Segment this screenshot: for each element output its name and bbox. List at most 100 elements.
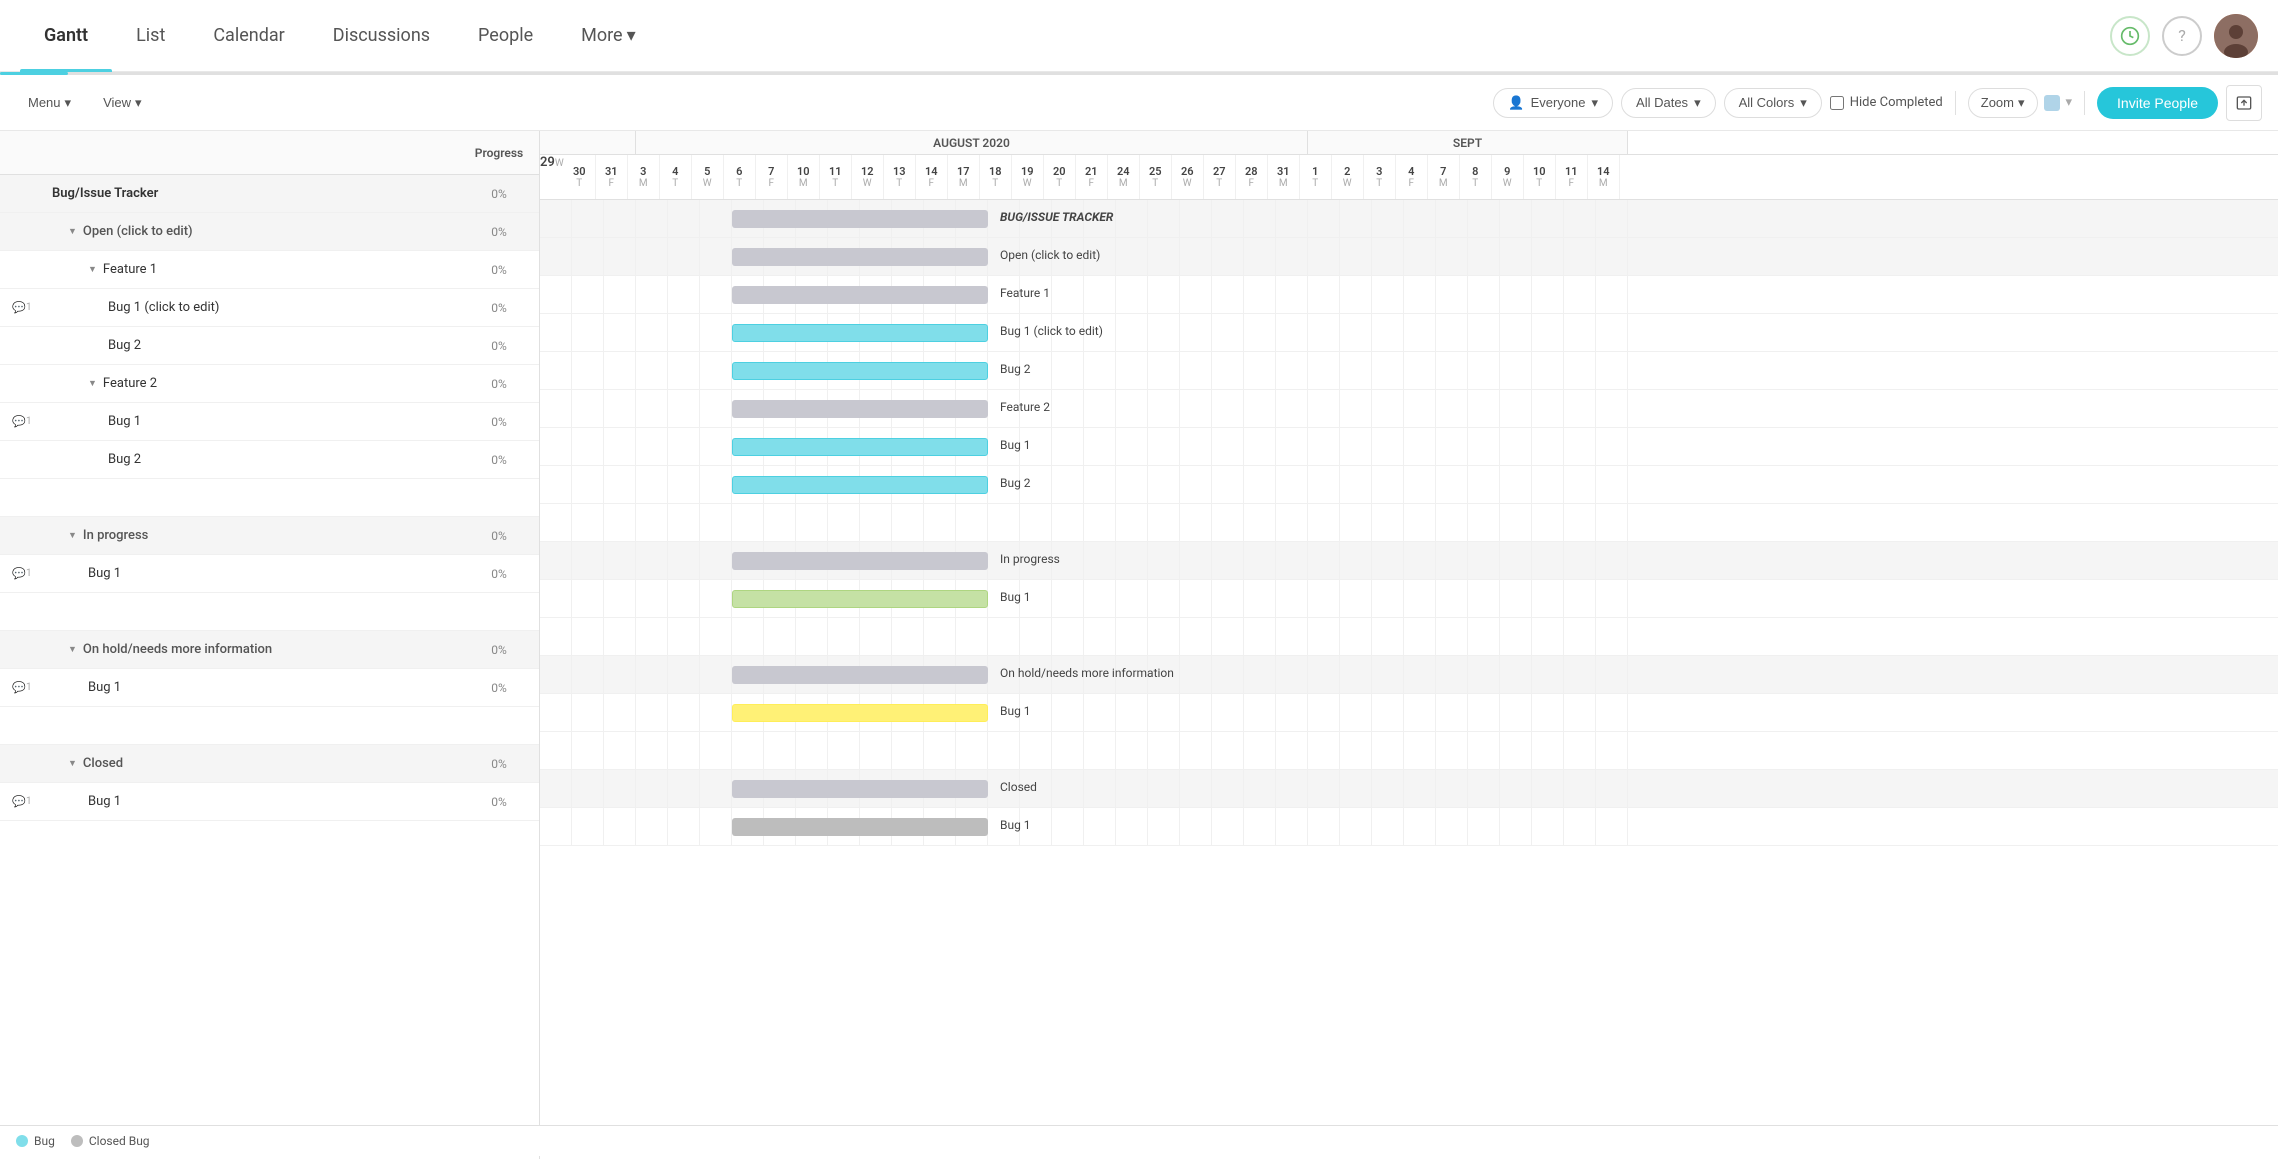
nav-gantt[interactable]: Gantt bbox=[20, 0, 112, 72]
legend-dot-closed bbox=[71, 1135, 83, 1147]
gantt-cell bbox=[700, 238, 732, 276]
gantt-bar[interactable] bbox=[732, 704, 988, 722]
gantt-bar[interactable] bbox=[732, 666, 988, 684]
gantt-bar[interactable] bbox=[732, 780, 988, 798]
gantt-bar[interactable] bbox=[732, 590, 988, 608]
gantt-cell bbox=[1116, 276, 1148, 314]
collapse-icon[interactable]: ▼ bbox=[68, 530, 77, 541]
gantt-cell bbox=[1500, 732, 1532, 770]
gantt-cell bbox=[1500, 808, 1532, 846]
row-bug2-f1: Bug 2 0% bbox=[0, 327, 539, 365]
nav-calendar[interactable]: Calendar bbox=[189, 0, 308, 72]
nav-more[interactable]: More ▾ bbox=[557, 0, 660, 72]
gantt-cell bbox=[1564, 504, 1596, 542]
day-number: 14 bbox=[1597, 165, 1610, 178]
user-avatar[interactable] bbox=[2214, 14, 2258, 58]
day-letter: W bbox=[555, 158, 564, 169]
nav-people[interactable]: People bbox=[454, 0, 557, 72]
gantt-cell bbox=[1596, 466, 1628, 504]
hide-completed-label[interactable]: Hide Completed bbox=[1830, 95, 1943, 110]
color-swatch[interactable] bbox=[2044, 95, 2060, 111]
gantt-cell bbox=[732, 732, 764, 770]
hide-completed-checkbox[interactable] bbox=[1830, 96, 1844, 110]
gantt-cell bbox=[668, 580, 700, 618]
gantt-cell bbox=[1052, 504, 1084, 542]
gantt-cell bbox=[572, 618, 604, 656]
gantt-cell bbox=[1308, 238, 1340, 276]
gantt-bar[interactable] bbox=[732, 400, 988, 418]
export-button[interactable] bbox=[2226, 85, 2262, 121]
gantt-bar[interactable] bbox=[732, 210, 988, 228]
everyone-filter[interactable]: 👤 Everyone ▾ bbox=[1493, 88, 1613, 118]
zoom-button[interactable]: Zoom ▾ bbox=[1968, 88, 2038, 118]
gantt-cell bbox=[540, 466, 572, 504]
gantt-bar[interactable] bbox=[732, 286, 988, 304]
gantt-bar[interactable] bbox=[732, 818, 988, 836]
gantt-cell bbox=[1116, 808, 1148, 846]
comment-col[interactable]: 💬1 bbox=[0, 681, 44, 694]
gantt-cell bbox=[1468, 542, 1500, 580]
comment-col[interactable]: 💬1 bbox=[0, 301, 44, 314]
gantt-bar[interactable] bbox=[732, 552, 988, 570]
gantt-cell bbox=[636, 732, 668, 770]
gantt-cell bbox=[1500, 580, 1532, 618]
gantt-cell bbox=[1468, 352, 1500, 390]
comment-col[interactable]: 💬1 bbox=[0, 795, 44, 808]
gantt-cell bbox=[1564, 732, 1596, 770]
gantt-cell bbox=[1052, 466, 1084, 504]
view-button[interactable]: View ▾ bbox=[91, 89, 153, 117]
all-dates-filter[interactable]: All Dates ▾ bbox=[1621, 88, 1716, 118]
row-bug2-f2: Bug 2 0% bbox=[0, 441, 539, 479]
day-cell: 7F bbox=[756, 155, 788, 199]
clock-icon-btn[interactable] bbox=[2110, 16, 2150, 56]
gantt-bar[interactable] bbox=[732, 248, 988, 266]
gantt-cell bbox=[1180, 352, 1212, 390]
gantt-cell bbox=[1436, 428, 1468, 466]
gantt-cell bbox=[1532, 352, 1564, 390]
gantt-bar[interactable] bbox=[732, 362, 988, 380]
collapse-icon[interactable]: ▼ bbox=[68, 644, 77, 655]
gantt-row: Bug 2 bbox=[540, 466, 2278, 504]
gantt-row: Open (click to edit) bbox=[540, 238, 2278, 276]
nav-list[interactable]: List bbox=[112, 0, 189, 72]
menu-button[interactable]: Menu ▾ bbox=[16, 89, 83, 117]
gantt-bar[interactable] bbox=[732, 438, 988, 456]
day-number: 31 bbox=[1277, 165, 1290, 178]
collapse-icon[interactable]: ▼ bbox=[88, 264, 97, 275]
nav-discussions[interactable]: Discussions bbox=[309, 0, 454, 72]
gantt-cell bbox=[604, 504, 636, 542]
invite-people-button[interactable]: Invite People bbox=[2097, 87, 2218, 119]
gantt-cell bbox=[700, 504, 732, 542]
gantt-cell bbox=[1276, 276, 1308, 314]
gantt-cell bbox=[636, 466, 668, 504]
row-progress: 0% bbox=[459, 643, 539, 657]
gantt-cell bbox=[1436, 200, 1468, 238]
gantt-cell bbox=[1084, 542, 1116, 580]
collapse-icon[interactable]: ▼ bbox=[68, 226, 77, 237]
gantt-cell bbox=[668, 542, 700, 580]
gantt-bar[interactable] bbox=[732, 324, 988, 342]
comment-col[interactable]: 💬1 bbox=[0, 567, 44, 580]
all-colors-filter[interactable]: All Colors ▾ bbox=[1724, 88, 1822, 118]
collapse-icon[interactable]: ▼ bbox=[88, 378, 97, 389]
nav-right: ? bbox=[2110, 14, 2258, 58]
gantt-cell bbox=[604, 314, 636, 352]
day-letter: T bbox=[1152, 178, 1158, 189]
gantt-cell bbox=[1468, 466, 1500, 504]
gantt-cell bbox=[1596, 580, 1628, 618]
gantt-cell bbox=[1436, 732, 1468, 770]
gantt-cell bbox=[1532, 694, 1564, 732]
spacer-row bbox=[0, 593, 539, 631]
gantt-row: On hold/needs more information bbox=[540, 656, 2278, 694]
gantt-row: Closed bbox=[540, 770, 2278, 808]
gantt-cell bbox=[1212, 466, 1244, 504]
help-icon-btn[interactable]: ? bbox=[2162, 16, 2202, 56]
row-name: ▼ In progress bbox=[44, 528, 459, 543]
gantt-cell bbox=[636, 238, 668, 276]
gantt-cell bbox=[1404, 200, 1436, 238]
comment-col[interactable]: 💬1 bbox=[0, 415, 44, 428]
collapse-icon[interactable]: ▼ bbox=[68, 758, 77, 769]
day-letter: T bbox=[1216, 178, 1222, 189]
gantt-bar[interactable] bbox=[732, 476, 988, 494]
gantt-cell bbox=[636, 580, 668, 618]
